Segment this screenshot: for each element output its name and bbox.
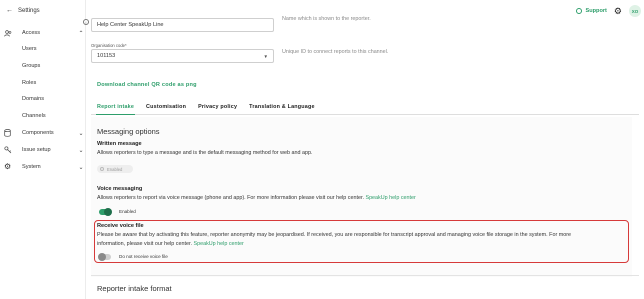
org-code-select[interactable]: 101153 ▼ <box>91 49 274 63</box>
voice-messaging-desc: Allows reporters to report via voice mes… <box>97 194 416 203</box>
sidebar-item-users[interactable]: Users <box>22 46 37 52</box>
sidebar-group-label: System <box>22 164 41 170</box>
reporter-intake-title: Reporter intake format <box>97 284 172 293</box>
receive-voice-toggle-label: Do not receive voice file <box>119 254 168 259</box>
sidebar: ← Settings Access ⌃ Users Groups Roles D… <box>0 0 86 299</box>
voice-messaging-toggle[interactable] <box>99 208 112 216</box>
chevron-down-icon: ⌄ <box>78 147 84 154</box>
written-message-desc: Allows reporters to type a message and i… <box>97 150 313 156</box>
chevron-down-icon: ⌄ <box>78 130 84 137</box>
sidebar-group-label: Access <box>22 30 41 36</box>
voice-toggle-label: Enabled <box>119 209 136 214</box>
written-message-status: Enabled <box>97 165 133 173</box>
main-content: Help Center SpeakUp Line Name which is s… <box>86 0 644 299</box>
settings-tabs: Report intake Customisation Privacy poli… <box>91 100 639 115</box>
org-code-value: 101153 <box>97 53 116 59</box>
chevron-up-icon: ⌃ <box>78 30 84 37</box>
sidebar-group-components[interactable]: Components ⌄ <box>0 126 86 140</box>
channel-name-value: Help Center SpeakUp Line <box>97 22 164 28</box>
written-status-label: Enabled <box>107 166 123 172</box>
toggle-knob <box>104 208 112 216</box>
chevron-down-icon: ⌄ <box>78 164 84 171</box>
org-code-caption: Organisation code* <box>91 43 127 48</box>
voice-desc-text: Allows reporters to report via voice mes… <box>97 195 364 201</box>
tab-report-intake[interactable]: Report intake <box>91 100 140 115</box>
database-icon <box>0 129 14 137</box>
sidebar-group-issue-setup[interactable]: Issue setup ⌄ <box>0 143 86 157</box>
sidebar-item-roles[interactable]: Roles <box>22 80 36 86</box>
download-qr-link[interactable]: Download channel QR code as png <box>97 82 197 88</box>
receive-voice-desc-line2: information, please visit our help cente… <box>97 240 192 247</box>
back-label: Settings <box>18 7 40 14</box>
check-circle-icon <box>100 167 104 171</box>
caret-down-icon: ▼ <box>263 54 268 59</box>
sidebar-group-label: Components <box>22 130 54 136</box>
sidebar-item-groups[interactable]: Groups <box>22 63 40 69</box>
receive-voice-desc-line1: Please be aware that by activating this … <box>97 232 572 238</box>
org-code-help: Unique ID to connect reports to this cha… <box>282 49 389 55</box>
channel-name-help: Name which is shown to the reporter. <box>282 16 371 22</box>
tab-customisation[interactable]: Customisation <box>140 100 192 114</box>
receive-voice-desc: Please be aware that by activating this … <box>97 231 627 248</box>
tab-privacy-policy[interactable]: Privacy policy <box>192 100 243 114</box>
sidebar-group-system[interactable]: ⚙ System ⌄ <box>0 160 86 174</box>
receive-voice-toggle[interactable] <box>98 253 111 261</box>
arrow-left-icon: ← <box>6 7 13 14</box>
voice-help-link[interactable]: SpeakUp help center <box>365 195 415 201</box>
written-message-title: Written message <box>97 141 142 147</box>
voice-messaging-title: Voice messaging <box>97 186 143 192</box>
users-icon <box>0 29 14 37</box>
receive-voice-help-link[interactable]: SpeakUp help center <box>194 241 244 247</box>
sidebar-item-channels[interactable]: Channels <box>22 113 46 119</box>
gear-icon: ⚙ <box>4 162 12 171</box>
receive-voice-title: Receive voice file <box>97 223 144 229</box>
back-to-settings[interactable]: ← Settings <box>6 7 40 14</box>
sidebar-group-access[interactable]: Access ⌃ <box>0 26 86 40</box>
section-divider <box>91 275 639 276</box>
sidebar-group-label: Issue setup <box>22 147 51 153</box>
receive-voice-desc-line2-wrap: information, please visit our help cente… <box>97 240 627 249</box>
toggle-knob <box>98 253 106 261</box>
messaging-options-title: Messaging options <box>97 127 160 136</box>
sidebar-item-domains[interactable]: Domains <box>22 96 44 102</box>
tab-translation-language[interactable]: Translation & Language <box>243 100 321 114</box>
key-icon <box>0 146 14 154</box>
channel-name-input[interactable]: Help Center SpeakUp Line <box>91 18 274 32</box>
